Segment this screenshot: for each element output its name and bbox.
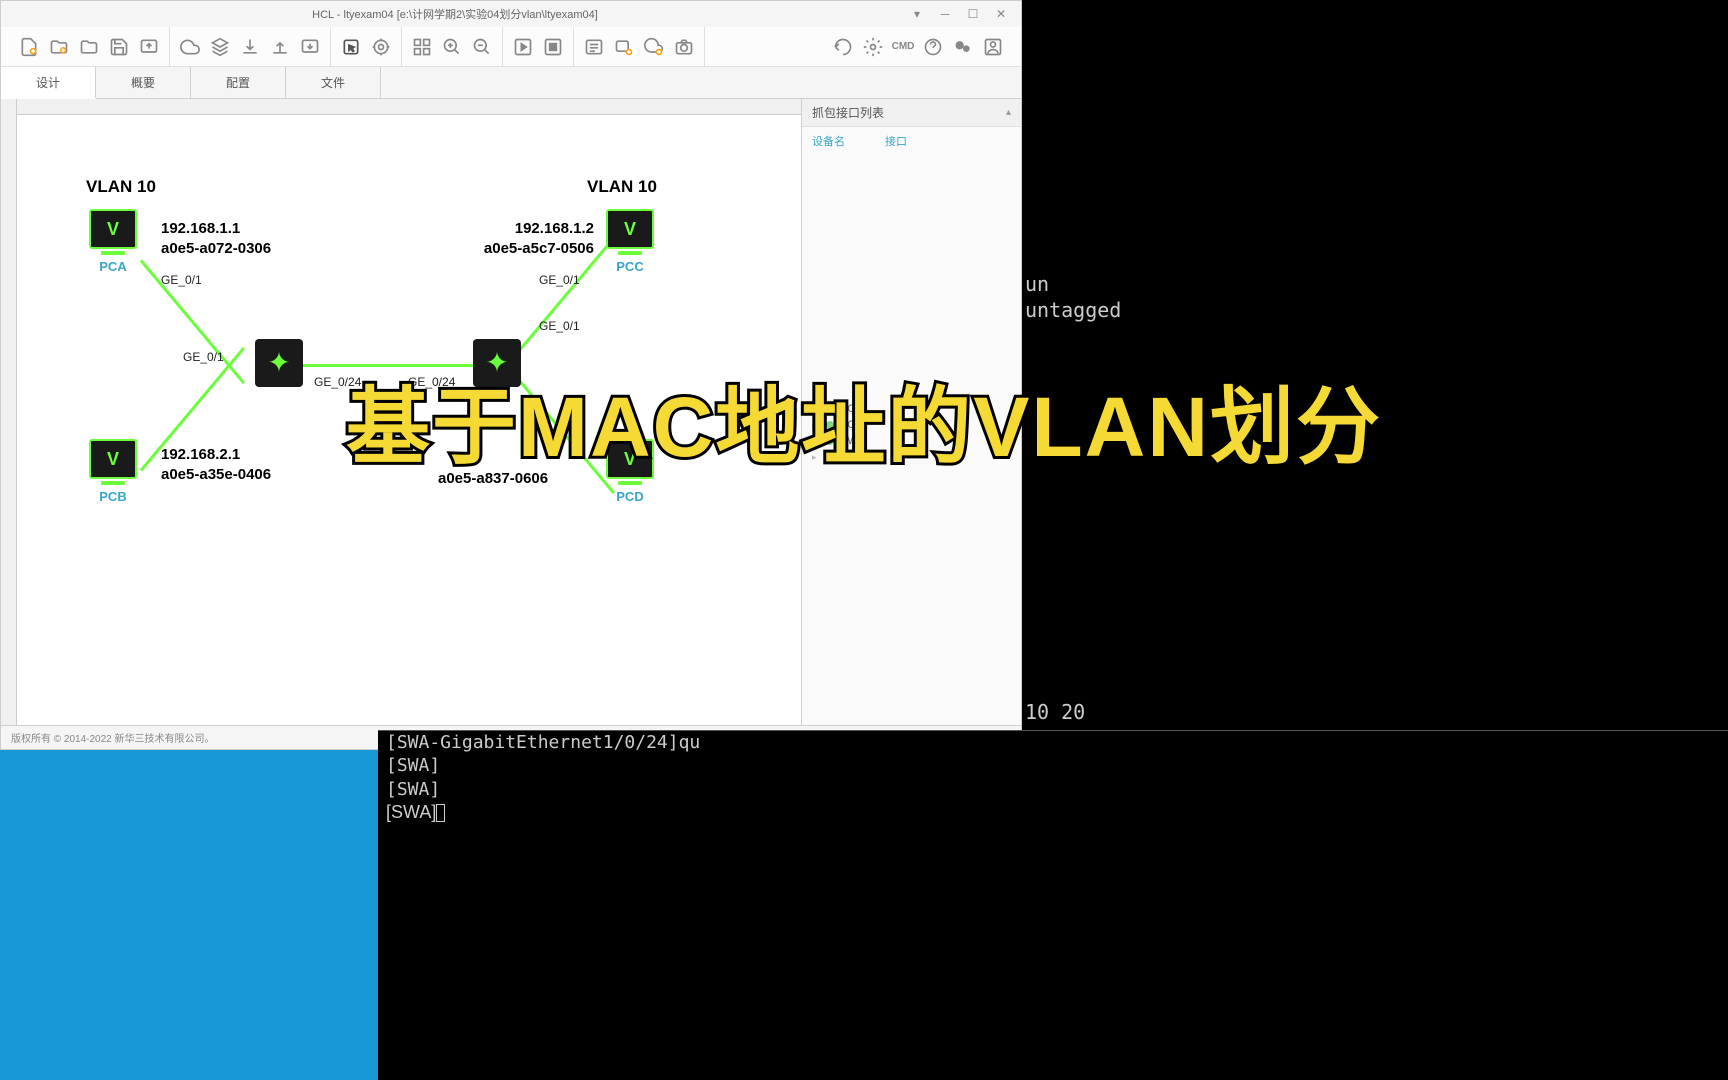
select-icon[interactable]	[339, 35, 363, 59]
stop-icon[interactable]	[541, 35, 565, 59]
list-icon[interactable]	[582, 35, 606, 59]
pca-info: 192.168.1.1a0e5-a072-0306	[161, 219, 271, 258]
camera-icon[interactable]	[672, 35, 696, 59]
node-pcb[interactable]: V PCB	[89, 439, 137, 504]
port-swb: GE_0/1	[539, 319, 580, 333]
titlebar: HCL - ltyexam04 [e:\计网学期2\实验04划分vlan\lty…	[1, 1, 1021, 27]
user-icon[interactable]	[981, 35, 1005, 59]
terminal-line: [SWA]	[378, 801, 1728, 824]
bg-term-line: untagged	[1025, 298, 1121, 322]
play-icon[interactable]	[511, 35, 535, 59]
wechat-icon[interactable]	[951, 35, 975, 59]
zoom-out-icon[interactable]	[470, 35, 494, 59]
target-icon[interactable]	[369, 35, 393, 59]
hcl-app-window: HCL - ltyexam04 [e:\计网学期2\实验04划分vlan\lty…	[0, 0, 1022, 750]
node-swa[interactable]: ✦	[255, 339, 303, 387]
cursor-icon	[436, 804, 445, 822]
list-item[interactable]: ▸PCD	[802, 417, 1021, 433]
import-icon[interactable]	[298, 35, 322, 59]
copyright-text: 版权所有 © 2014-2022 新华三技术有限公司。	[11, 730, 215, 745]
port-link-b: GE_0/24	[408, 375, 455, 389]
main-toolbar: CMD	[1, 27, 1021, 67]
list-item[interactable]: ▸SWA	[802, 433, 1021, 449]
node-swb[interactable]: ✦	[473, 339, 521, 387]
open-icon[interactable]	[77, 35, 101, 59]
grid-icon[interactable]	[410, 35, 434, 59]
pc-icon: V	[606, 209, 654, 249]
view-tabs: 设计 概要 配置 文件	[1, 67, 1021, 99]
pc-icon: V	[89, 209, 137, 249]
panel-columns: 设备名 接口	[802, 127, 1021, 155]
collapse-icon[interactable]: ▴	[1006, 107, 1011, 118]
terminal-line: [SWA]	[378, 778, 1728, 801]
switch-icon: ✦	[255, 339, 303, 387]
capture-panel: 抓包接口列表 ▴ 设备名 接口 ▸PCC ▸PCD ▸SWA ▸SWB	[801, 99, 1021, 725]
minimize-button[interactable]: ─	[931, 4, 959, 24]
bg-term-line: 10 20	[1025, 700, 1085, 724]
ruler-left	[1, 99, 17, 725]
cloud-icon[interactable]	[178, 35, 202, 59]
new-file-icon[interactable]	[17, 35, 41, 59]
save-icon[interactable]	[107, 35, 131, 59]
vlan-label-c: VLAN 10	[587, 177, 657, 197]
list-item[interactable]: ▸PCC	[802, 401, 1021, 417]
panel-header[interactable]: 抓包接口列表 ▴	[802, 99, 1021, 127]
pc-icon: V	[606, 439, 654, 479]
vlan-label-a: VLAN 10	[86, 177, 156, 197]
undo-icon[interactable]	[831, 35, 855, 59]
download-icon[interactable]	[238, 35, 262, 59]
terminal-line: [SWA-GigabitEthernet1/0/24]qu	[378, 731, 1728, 754]
window-controls: ▾ ─ ☐ ✕	[903, 4, 1015, 24]
port-pca: GE_0/1	[161, 273, 202, 287]
link-swa-swb[interactable]	[296, 364, 486, 367]
window-title: HCL - ltyexam04 [e:\计网学期2\实验04划分vlan\lty…	[7, 6, 903, 22]
node-pcc[interactable]: V PCC	[606, 209, 654, 274]
topology-canvas[interactable]: VLAN 10 VLAN 10 192.168.1.1a0e5-a072-030…	[1, 99, 801, 725]
pc-icon: V	[89, 439, 137, 479]
terminal-line: [SWA]	[378, 754, 1728, 777]
tab-design[interactable]: 设计	[1, 67, 96, 99]
port-swa: GE_0/1	[183, 350, 224, 364]
port-pcc: GE_0/1	[539, 273, 580, 287]
dropdown-icon[interactable]: ▾	[903, 4, 931, 24]
terminal-panel[interactable]: [SWA-GigabitEthernet1/0/24]qu [SWA] [SWA…	[378, 730, 1728, 880]
pcd-info: a0e5-a837-0606	[438, 469, 548, 489]
zoom-in-icon[interactable]	[440, 35, 464, 59]
device-list: ▸PCC ▸PCD ▸SWA ▸SWB	[802, 397, 1021, 725]
upload-icon[interactable]	[268, 35, 292, 59]
help-icon[interactable]	[921, 35, 945, 59]
ruler-top	[1, 99, 801, 115]
blue-background-strip	[0, 748, 378, 1080]
list-item[interactable]: ▸SWB	[802, 449, 1021, 465]
new-folder-icon[interactable]	[47, 35, 71, 59]
layers-icon[interactable]	[208, 35, 232, 59]
port-link-a: GE_0/24	[314, 375, 361, 389]
bg-term-line: un	[1025, 272, 1049, 296]
tab-overview[interactable]: 概要	[96, 67, 191, 98]
node-pca[interactable]: V PCA	[89, 209, 137, 274]
add-cloud-icon[interactable]	[642, 35, 666, 59]
export-icon[interactable]	[137, 35, 161, 59]
node-pcd[interactable]: V PCD	[606, 439, 654, 504]
tab-config[interactable]: 配置	[191, 67, 286, 98]
pcc-info: 192.168.1.2a0e5-a5c7-0506	[434, 219, 594, 258]
pcb-info: 192.168.2.1a0e5-a35e-0406	[161, 445, 271, 484]
switch-icon: ✦	[473, 339, 521, 387]
add-device-icon[interactable]	[612, 35, 636, 59]
settings-icon[interactable]	[861, 35, 885, 59]
cmd-icon[interactable]: CMD	[891, 35, 915, 59]
maximize-button[interactable]: ☐	[959, 4, 987, 24]
close-button[interactable]: ✕	[987, 4, 1015, 24]
tab-file[interactable]: 文件	[286, 67, 381, 98]
content-area: VLAN 10 VLAN 10 192.168.1.1a0e5-a072-030…	[1, 99, 1021, 725]
